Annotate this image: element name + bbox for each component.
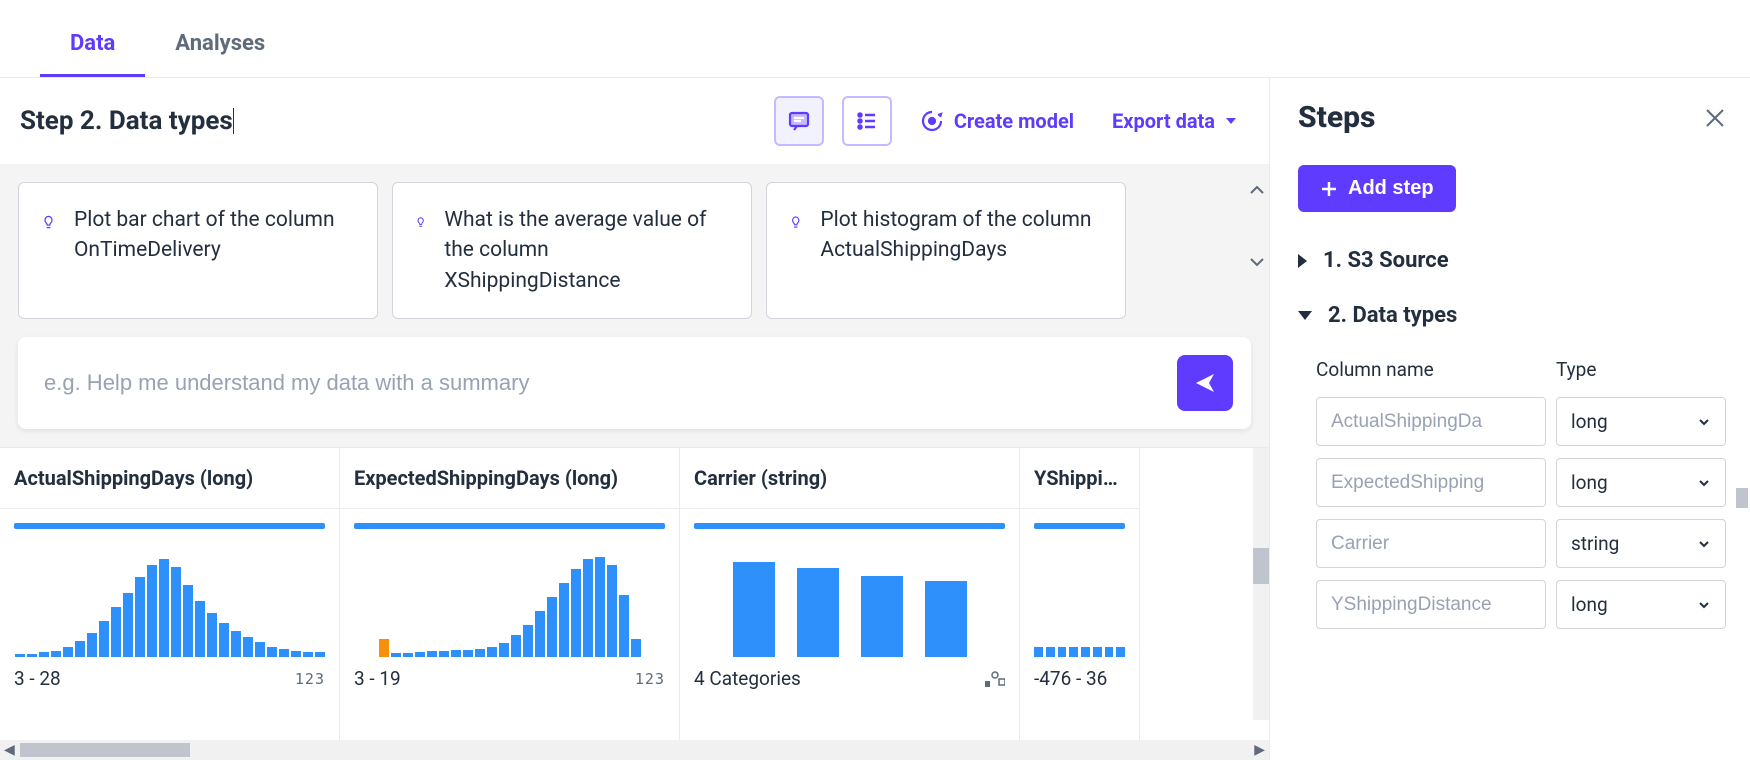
density-bar <box>14 523 325 529</box>
chat-input[interactable] <box>44 370 1163 396</box>
type-select[interactable]: string <box>1556 519 1726 568</box>
column-header[interactable]: YShippingD <box>1020 448 1139 509</box>
suggestion-text: What is the average value of the column … <box>444 205 729 296</box>
assistant-panel: Plot bar chart of the column OnTimeDeliv… <box>0 164 1269 447</box>
lightbulb-icon <box>789 211 802 233</box>
send-button[interactable] <box>1177 355 1233 411</box>
chat-icon <box>787 109 811 133</box>
histogram-chart <box>1034 547 1125 657</box>
chevron-up-icon[interactable] <box>1249 184 1265 196</box>
type-badge-numeric: 123 <box>635 670 665 688</box>
density-bar <box>354 523 665 529</box>
add-step-button[interactable]: Add step <box>1298 165 1456 212</box>
list-view-button[interactable] <box>842 96 892 146</box>
column-name-input[interactable] <box>1316 458 1546 507</box>
caret-right-icon <box>1298 254 1307 268</box>
step-label: 2. Data types <box>1328 303 1457 328</box>
scrollbar-thumb[interactable] <box>20 743 190 757</box>
lightbulb-icon <box>415 211 426 233</box>
chat-input-row <box>18 337 1251 429</box>
horizontal-scrollbar[interactable]: ◀ ▶ <box>0 740 1269 760</box>
column-preview: ActualShippingDays (long) 3 - 28 123 <box>0 448 340 740</box>
suggestion-card[interactable]: Plot histogram of the column ActualShipp… <box>766 182 1126 319</box>
column-preview: YShippingD -476 - 36 <box>1020 448 1140 740</box>
histogram-chart <box>14 547 325 657</box>
datatype-row: long <box>1298 574 1726 635</box>
export-data-label: Export data <box>1112 109 1215 133</box>
add-step-label: Add step <box>1348 177 1434 200</box>
create-model-button[interactable]: Create model <box>910 109 1084 133</box>
scroll-left-icon[interactable]: ◀ <box>4 742 15 758</box>
side-scrollbar-thumb[interactable] <box>1736 488 1748 508</box>
header-column-name: Column name <box>1316 358 1546 381</box>
step-s3-source[interactable]: 1. S3 Source <box>1298 248 1726 273</box>
steps-panel: Steps Add step 1. S3 Source 2. Data type… <box>1270 78 1750 760</box>
close-icon <box>1704 107 1726 129</box>
tab-analyses[interactable]: Analyses <box>145 11 295 77</box>
chevron-down-icon[interactable] <box>1249 256 1265 268</box>
chevron-down-icon <box>1697 476 1711 490</box>
column-range: 4 Categories <box>694 667 801 690</box>
page-title: Step 2. Data types <box>20 108 234 134</box>
column-name-input[interactable] <box>1316 580 1546 629</box>
chevron-down-icon <box>1697 537 1711 551</box>
column-header[interactable]: ExpectedShippingDays (long) <box>340 448 679 509</box>
suggestion-card[interactable]: Plot bar chart of the column OnTimeDeliv… <box>18 182 378 319</box>
type-select[interactable]: long <box>1556 580 1726 629</box>
chat-view-button[interactable] <box>774 96 824 146</box>
type-select[interactable]: long <box>1556 397 1726 446</box>
plus-icon <box>1320 180 1338 198</box>
column-preview: Carrier (string) 4 Categories <box>680 448 1020 740</box>
column-range: -476 - 36 <box>1034 667 1107 690</box>
close-button[interactable] <box>1704 107 1726 129</box>
steps-title: Steps <box>1298 100 1375 135</box>
scroll-right-iconon[interactable]: ▶ <box>1254 742 1265 758</box>
column-preview: ExpectedShippingDays (long) 3 - 19 123 <box>340 448 680 740</box>
column-header[interactable]: Carrier (string) <box>680 448 1019 509</box>
column-range: 3 - 19 <box>354 667 401 690</box>
scrollbar-thumb[interactable] <box>1253 548 1269 584</box>
suggestion-row: Plot bar chart of the column OnTimeDeliv… <box>18 182 1251 319</box>
tab-data[interactable]: Data <box>40 11 145 77</box>
step-label: 1. S3 Source <box>1323 248 1449 273</box>
suggestion-text: Plot bar chart of the column OnTimeDeliv… <box>74 205 355 266</box>
density-bar <box>1034 523 1125 529</box>
toolbar: Step 2. Data types Create model Export d… <box>0 78 1269 164</box>
type-badge-numeric: 123 <box>295 670 325 688</box>
export-data-button[interactable]: Export data <box>1102 109 1249 133</box>
list-icon <box>855 109 879 133</box>
main-tabs: Data Analyses <box>0 0 1750 78</box>
chevron-down-icon <box>1223 113 1239 129</box>
vertical-scrollbar[interactable] <box>1253 448 1269 720</box>
step-data-types[interactable]: 2. Data types <box>1298 303 1726 328</box>
datatypes-header: Column name Type <box>1298 358 1726 391</box>
column-preview-grid: ActualShippingDays (long) 3 - 28 123 Exp… <box>0 447 1269 740</box>
histogram-chart <box>354 547 665 657</box>
chevron-down-icon <box>1697 415 1711 429</box>
suggestion-text: Plot histogram of the column ActualShipp… <box>820 205 1103 266</box>
datatype-row: long <box>1298 452 1726 513</box>
column-name-input[interactable] <box>1316 519 1546 568</box>
model-icon <box>920 109 944 133</box>
datatype-row: long <box>1298 391 1726 452</box>
type-select[interactable]: long <box>1556 458 1726 507</box>
density-bar <box>694 523 1005 529</box>
chevron-down-icon <box>1697 598 1711 612</box>
suggestion-card[interactable]: What is the average value of the column … <box>392 182 752 319</box>
type-badge-categorical <box>985 671 1005 687</box>
header-type: Type <box>1556 358 1726 381</box>
caret-down-icon <box>1298 311 1312 320</box>
create-model-label: Create model <box>954 109 1074 133</box>
column-name-input[interactable] <box>1316 397 1546 446</box>
column-header[interactable]: ActualShippingDays (long) <box>0 448 339 509</box>
category-chart <box>694 547 1005 657</box>
suggestion-scroll[interactable] <box>1249 184 1265 268</box>
send-icon <box>1193 371 1217 395</box>
datatype-row: string <box>1298 513 1726 574</box>
column-range: 3 - 28 <box>14 667 61 690</box>
lightbulb-icon <box>41 211 56 233</box>
